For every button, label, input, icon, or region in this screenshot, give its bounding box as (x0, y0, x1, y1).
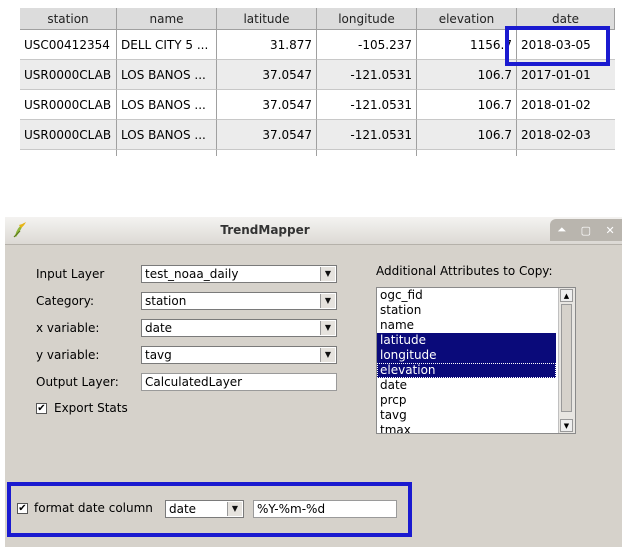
column-header-longitude[interactable]: longitude (317, 8, 417, 30)
window-controls: ⏶ ▢ ✕ (550, 219, 622, 241)
chevron-down-icon[interactable]: ▼ (320, 321, 335, 335)
format-date-highlight-box (7, 482, 412, 537)
table-cell[interactable]: 37.0547 (217, 60, 317, 90)
output-layer-label: Output Layer: (36, 375, 119, 389)
table-cell[interactable]: 2018-02-03 (517, 120, 615, 150)
table-cell[interactable]: USR0000CLAB (20, 120, 117, 150)
table-tail-cell (417, 150, 517, 156)
scroll-down-icon[interactable]: ▼ (560, 419, 573, 432)
trendmapper-dialog: TrendMapper ⏶ ▢ ✕ Input Layer test_noaa_… (5, 217, 622, 547)
table-cell[interactable]: 31.877 (217, 30, 317, 60)
chevron-down-icon[interactable]: ▼ (320, 294, 335, 308)
table-cell[interactable]: LOS BANOS ... (117, 120, 217, 150)
y-variable-value: tavg (145, 348, 172, 362)
shade-up-icon[interactable]: ⏶ (557, 223, 566, 237)
scrollbar-thumb[interactable] (561, 304, 572, 412)
table-cell[interactable]: 37.0547 (217, 90, 317, 120)
list-item-selected[interactable]: elevation (377, 363, 556, 378)
table-cell[interactable]: USR0000CLAB (20, 60, 117, 90)
dialog-titlebar[interactable]: TrendMapper ⏶ ▢ ✕ (5, 217, 622, 245)
maximize-icon[interactable]: ▢ (581, 224, 591, 237)
category-value: station (145, 294, 187, 308)
table-cell[interactable]: LOS BANOS ... (117, 60, 217, 90)
scroll-up-icon[interactable]: ▲ (560, 289, 573, 302)
list-item[interactable]: tavg (377, 408, 556, 423)
input-layer-label: Input Layer (36, 267, 105, 281)
table-cell[interactable]: DELL CITY 5 ... (117, 30, 217, 60)
table-cell[interactable]: 1156.7 (417, 30, 517, 60)
date-cell-highlight-box (505, 26, 610, 66)
list-item[interactable]: prcp (377, 393, 556, 408)
table-cell[interactable]: 106.7 (417, 60, 517, 90)
table-tail-cell (20, 150, 117, 156)
x-variable-label: x variable: (36, 321, 100, 335)
list-item[interactable]: date (377, 378, 556, 393)
table-row[interactable]: USR0000CLAB LOS BANOS ... 37.0547 -121.0… (20, 120, 615, 150)
table-cell[interactable]: 37.0547 (217, 120, 317, 150)
list-scrollbar[interactable]: ▲ ▼ (558, 288, 575, 433)
table-tail-cell (317, 150, 417, 156)
table-cell[interactable]: USC00412354 (20, 30, 117, 60)
list-item[interactable]: ogc_fid (377, 288, 556, 303)
output-layer-input[interactable]: CalculatedLayer (141, 373, 337, 391)
x-variable-combo[interactable]: date ▼ (141, 319, 337, 337)
chevron-down-icon[interactable]: ▼ (320, 348, 335, 362)
category-combo[interactable]: station ▼ (141, 292, 337, 310)
table-cell[interactable]: -105.237 (317, 30, 417, 60)
table-tail-cell (517, 150, 615, 156)
attributes-label: Additional Attributes to Copy: (376, 264, 553, 278)
y-variable-label: y variable: (36, 348, 100, 362)
table-tail-cell (117, 150, 217, 156)
export-stats-checkbox[interactable]: ✔ (36, 403, 47, 414)
chevron-down-icon[interactable]: ▼ (320, 267, 335, 281)
list-item[interactable]: station (377, 303, 556, 318)
dialog-title: TrendMapper (220, 223, 310, 237)
x-variable-value: date (145, 321, 173, 335)
column-header-station[interactable]: station (20, 8, 117, 30)
table-cell[interactable]: 106.7 (417, 120, 517, 150)
table-tail-cell (217, 150, 317, 156)
column-header-latitude[interactable]: latitude (217, 8, 317, 30)
table-cell[interactable]: -121.0531 (317, 120, 417, 150)
table-cell[interactable]: 2018-01-02 (517, 90, 615, 120)
list-item[interactable]: name (377, 318, 556, 333)
category-label: Category: (36, 294, 94, 308)
list-item-selected[interactable]: latitude (377, 333, 556, 348)
list-item-selected[interactable]: longitude (377, 348, 556, 363)
y-variable-combo[interactable]: tavg ▼ (141, 346, 337, 364)
table-cell[interactable]: -121.0531 (317, 60, 417, 90)
input-layer-combo[interactable]: test_noaa_daily ▼ (141, 265, 337, 283)
table-cell[interactable]: 106.7 (417, 90, 517, 120)
table-cell[interactable]: -121.0531 (317, 90, 417, 120)
export-stats-label: Export Stats (54, 401, 128, 415)
table-row[interactable]: USR0000CLAB LOS BANOS ... 37.0547 -121.0… (20, 90, 615, 120)
column-header-name[interactable]: name (117, 8, 217, 30)
table-tail (20, 150, 615, 156)
close-icon[interactable]: ✕ (606, 224, 615, 237)
attributes-list[interactable]: ogc_fid station name latitude longitude … (376, 287, 576, 434)
table-cell[interactable]: USR0000CLAB (20, 90, 117, 120)
table-cell[interactable]: LOS BANOS ... (117, 90, 217, 120)
list-item[interactable]: tmax (377, 423, 556, 433)
column-header-elevation[interactable]: elevation (417, 8, 517, 30)
input-layer-value: test_noaa_daily (145, 267, 239, 281)
